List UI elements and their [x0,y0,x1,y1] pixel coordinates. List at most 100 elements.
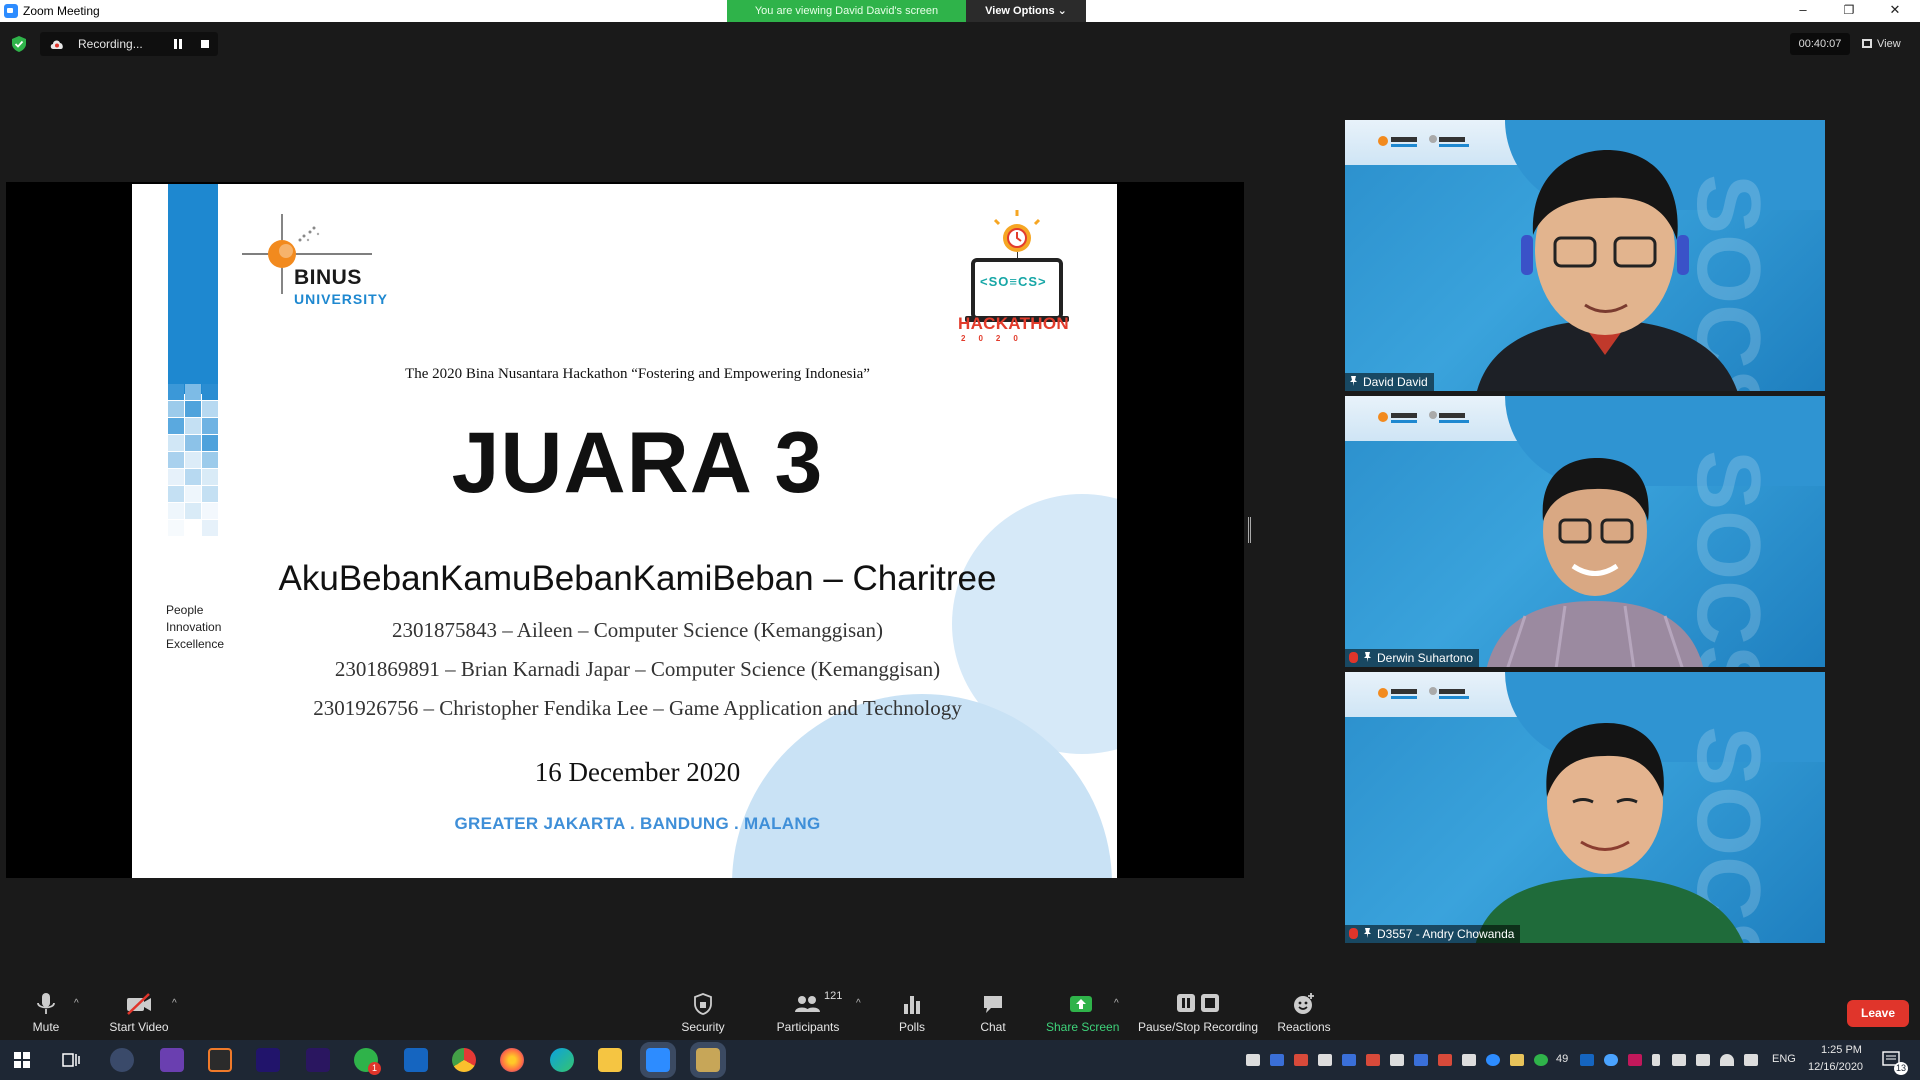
participants-options-chevron-icon[interactable]: ^ [856,998,861,1009]
chrome-icon[interactable] [452,1048,476,1072]
video-off-icon [127,993,151,1015]
tray-icon[interactable] [1438,1054,1452,1066]
app-dark-icon[interactable] [208,1048,232,1072]
video-tile[interactable]: SOCS D3557 - Andry Chowanda [1345,672,1825,943]
participant-name: D3557 - Andry Chowanda [1377,927,1515,941]
meeting-controls-toolbar: Mute ^ Start Video ^ Security 121 Partic… [0,978,1920,1040]
tray-icon[interactable] [1342,1054,1356,1066]
tray-icon[interactable] [1462,1054,1476,1066]
participants-icon [795,996,820,1012]
presentation-slide: BINUS UNIVERSITY People Innovation Excel… [132,184,1117,878]
mute-label: Mute [32,1020,60,1034]
mute-button[interactable]: Mute [26,992,66,1034]
app-purple-icon[interactable] [160,1048,184,1072]
slide-heading: JUARA 3 [451,415,824,511]
tray-icon[interactable] [1628,1054,1642,1066]
zoom-taskbar-icon[interactable] [646,1048,670,1072]
tray-icon[interactable] [1414,1054,1428,1066]
windows-taskbar: 1 49 ENG 1:25 PM 12/16/2020 13 [0,1040,1920,1080]
wifi-icon[interactable] [1720,1054,1734,1066]
security-tray-icon[interactable] [1672,1054,1686,1066]
microphone-tray-icon[interactable] [1652,1054,1660,1066]
volume-icon[interactable] [1744,1054,1758,1066]
audio-options-chevron-icon[interactable]: ^ [74,998,79,1009]
tagline-line: People [166,603,204,617]
close-button[interactable]: ✕ [1872,0,1918,22]
security-button[interactable]: Security [676,992,730,1034]
onedrive-icon[interactable] [1604,1054,1618,1066]
view-button[interactable]: View [1862,33,1910,55]
hackathon-logo-screen-text: <SO≡CS> [980,274,1047,289]
pin-icon [1364,652,1371,662]
outlook-icon[interactable] [404,1048,428,1072]
tray-icon[interactable] [1318,1054,1332,1066]
hackathon-logo-title: HACKATHON [958,314,1069,333]
whatsapp-tray-icon[interactable] [1534,1054,1548,1066]
security-shield-icon[interactable] [12,36,26,52]
edge-icon[interactable] [550,1048,574,1072]
view-label: View [1877,38,1901,50]
share-options-chevron-icon[interactable]: ^ [1114,998,1119,1009]
zoom-tray-icon[interactable] [1486,1054,1500,1066]
start-video-button[interactable]: Start Video [104,992,174,1034]
tray-icon[interactable] [1246,1054,1260,1066]
share-screen-button[interactable]: Share Screen [1046,992,1119,1034]
task-view-icon[interactable] [62,1052,80,1068]
window-title: Zoom Meeting [23,4,100,18]
team-member: 2301875843 – Aileen – Computer Science (… [391,618,884,642]
restore-button[interactable]: ❐ [1826,0,1872,22]
chat-bubble-icon [984,996,1002,1013]
tray-icon[interactable] [1294,1054,1308,1066]
participant-name: Derwin Suhartono [1377,651,1474,665]
polls-button[interactable]: Polls [890,992,934,1034]
reactions-smiley-icon [1294,993,1314,1014]
chat-button[interactable]: Chat [972,992,1014,1034]
windows-start-icon[interactable] [14,1052,30,1068]
participant-video [1477,150,1738,391]
mail-tray-icon[interactable] [1510,1054,1524,1066]
minimize-button[interactable]: – [1780,0,1826,22]
media-encoder-icon[interactable] [256,1048,280,1072]
background-logo-icon [1378,411,1469,423]
tray-icon[interactable] [1270,1054,1284,1066]
whatsapp-badge: 1 [368,1062,381,1075]
cloud-recording-icon [50,40,63,49]
hackathon-logo-year: 2020 [961,334,1031,343]
participant-name-tag: Derwin Suhartono [1345,649,1480,667]
reactions-label: Reactions [1277,1020,1331,1034]
security-shield-icon [694,993,712,1015]
participant-name-tag: David David [1345,373,1434,391]
battery-icon[interactable] [1696,1054,1710,1066]
participants-button[interactable]: 121 Participants [772,990,844,1034]
outlook-tray-icon[interactable] [1580,1054,1594,1066]
premiere-pro-icon[interactable] [306,1048,330,1072]
view-options-button[interactable]: View Options ⌄ [966,0,1086,22]
video-tile[interactable]: SOCS David David [1345,120,1825,391]
tray-icon[interactable] [1390,1054,1404,1066]
mic-muted-icon [1349,652,1358,663]
language-indicator[interactable]: ENG [1772,1053,1796,1065]
video-options-chevron-icon[interactable]: ^ [172,998,177,1009]
video-tile[interactable]: SOCS Derwin Suhartono [1345,396,1825,667]
file-explorer-icon[interactable] [598,1048,622,1072]
participants-label: Participants [776,1020,840,1034]
taskbar-date[interactable]: 12/16/2020 [1808,1061,1863,1073]
pause-stop-recording-icon [1177,994,1219,1012]
tray-icon[interactable] [1366,1054,1380,1066]
firefox-icon[interactable] [500,1048,524,1072]
leave-meeting-button[interactable]: Leave [1847,1000,1909,1027]
app-taskbar-icon[interactable] [696,1048,720,1072]
pause-recording-icon[interactable] [174,39,182,49]
stop-recording-icon[interactable] [201,40,209,48]
zoom-app-icon [4,4,18,18]
pause-stop-recording-button[interactable]: Pause/Stop Recording [1136,992,1260,1034]
recording-label: Recording... [78,37,143,51]
taskbar-time[interactable]: 1:25 PM [1821,1044,1862,1056]
slide-subtitle: The 2020 Bina Nusantara Hackathon “Foste… [405,366,870,382]
tray-count: 49 [1556,1053,1569,1065]
snipping-tool-icon[interactable] [110,1048,134,1072]
participant-video [1476,723,1744,943]
reactions-button[interactable]: Reactions [1276,992,1332,1034]
slide-side-bar [168,184,218,394]
split-view-resize-handle[interactable] [1248,517,1251,543]
